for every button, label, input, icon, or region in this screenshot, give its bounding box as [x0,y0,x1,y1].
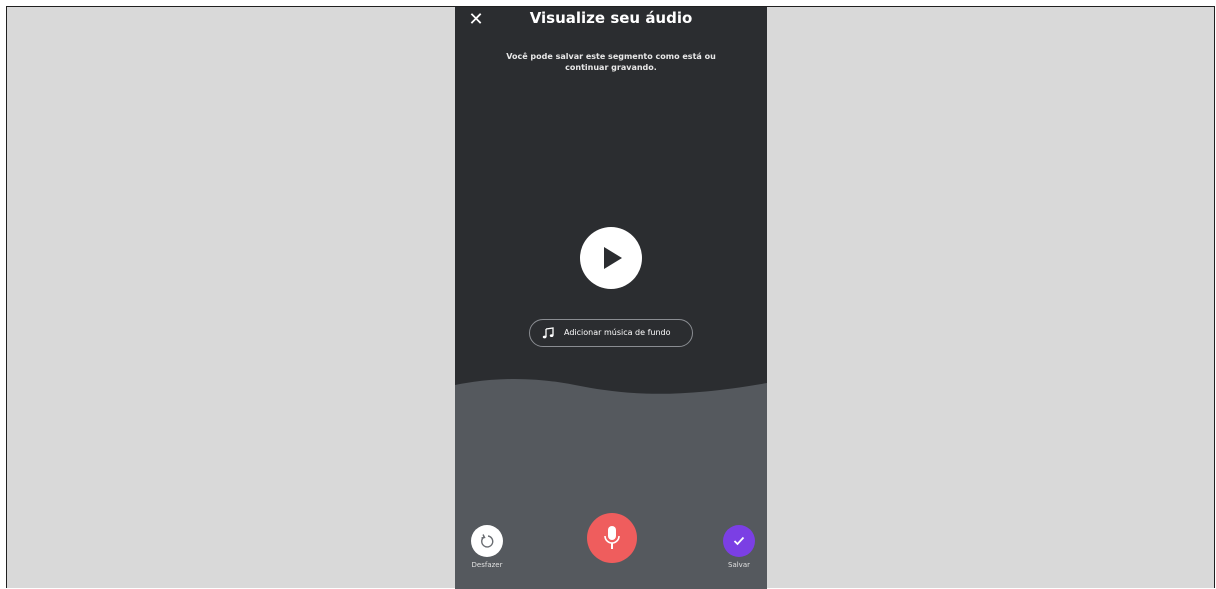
undo-icon [481,534,494,548]
microphone-icon [604,526,620,549]
phone-screen: Visualize seu áudio ✕ Você pode salvar e… [455,7,767,589]
add-background-music-button[interactable]: Adicionar música de fundo [529,319,693,347]
play-button[interactable] [580,227,642,289]
page-title: Visualize seu áudio [529,9,693,27]
save-label: Salvar [728,561,750,569]
screenshot-frame: Visualize seu áudio ✕ Você pode salvar e… [6,6,1215,589]
save-button[interactable] [723,525,755,557]
play-icon [604,247,622,269]
instructions-text: Você pode salvar este segmento como está… [506,52,716,72]
check-icon [733,536,745,546]
undo-label: Desfazer [471,561,503,569]
music-note-icon [542,327,554,339]
close-icon: ✕ [468,9,484,30]
close-button[interactable]: ✕ [465,9,487,31]
record-button[interactable] [587,513,637,563]
undo-button[interactable] [471,525,503,557]
add-background-music-label: Adicionar música de fundo [564,328,671,337]
